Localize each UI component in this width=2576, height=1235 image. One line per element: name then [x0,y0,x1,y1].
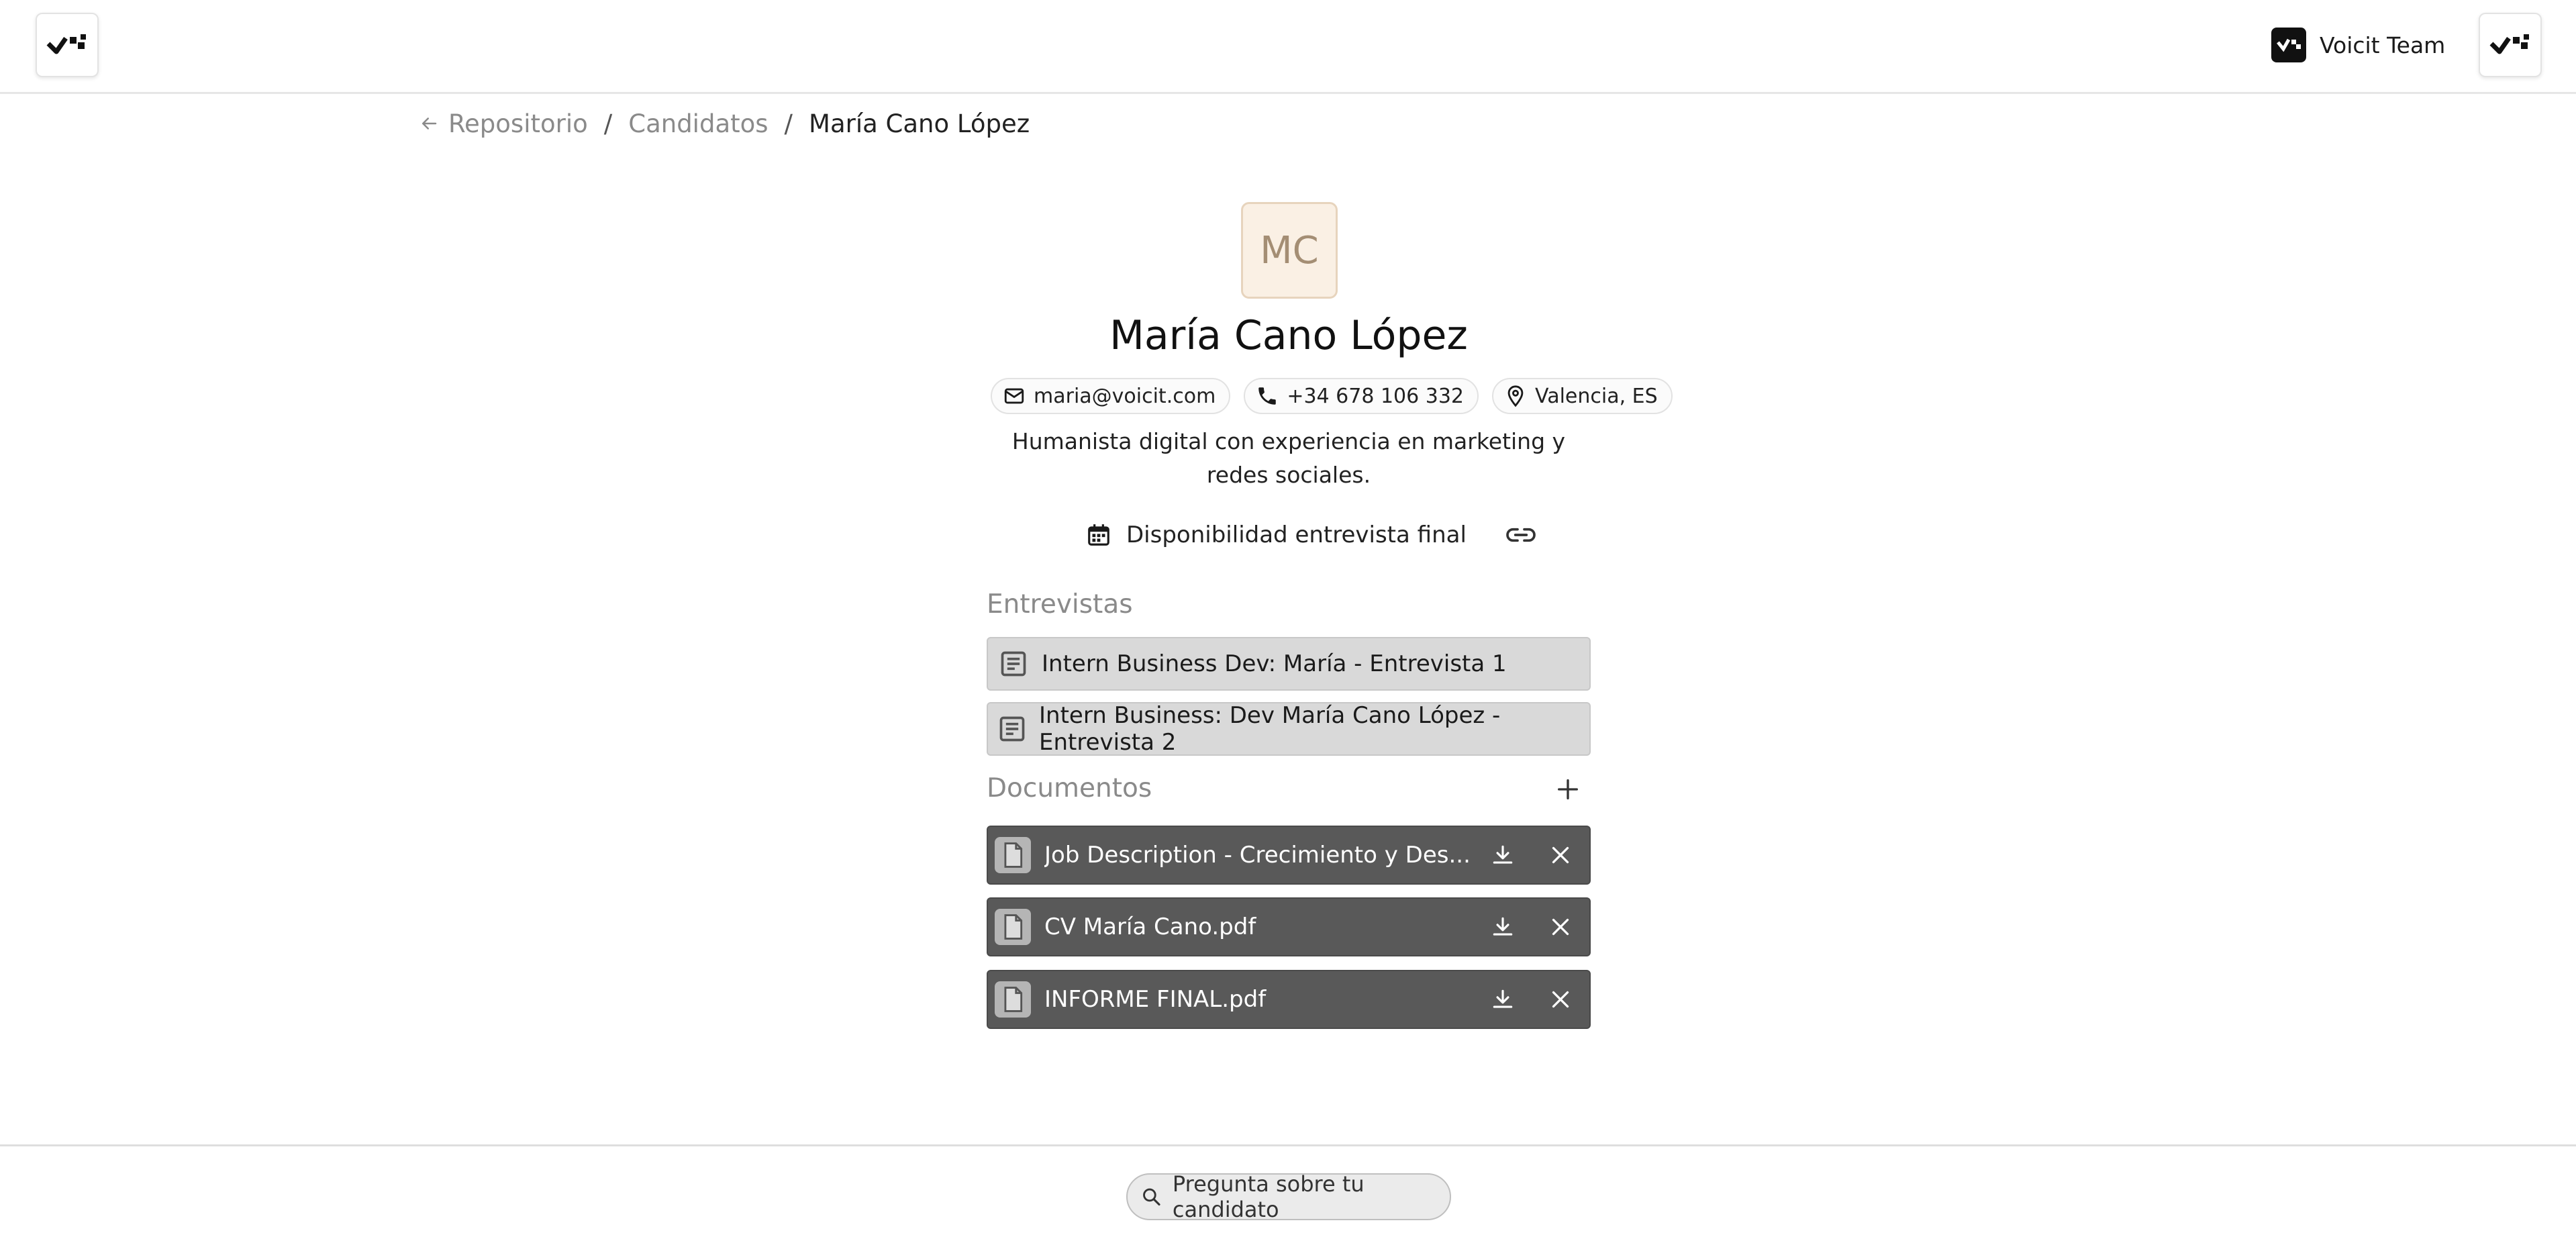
download-icon[interactable] [1489,913,1517,941]
download-icon[interactable] [1489,841,1517,869]
document-name: INFORME FINAL.pdf [1044,986,1267,1013]
location-chip[interactable]: Valencia, ES [1492,378,1673,414]
contact-chips: maria@voicit.com +34 678 106 332 Valenci… [991,378,1673,414]
document-row[interactable]: INFORME FINAL.pdf [987,970,1591,1029]
email-chip[interactable]: maria@voicit.com [991,378,1231,414]
close-icon[interactable] [1546,913,1575,941]
interviews-title: Entrevistas [987,589,1133,620]
page: Voicit Team Repositorio / Candidatos / M… [0,0,2576,1235]
phone-text: +34 678 106 332 [1287,384,1465,408]
interview-title: Intern Business Dev: María - Entrevista … [1042,650,1507,677]
document-text-icon [997,713,1027,745]
link-icon[interactable] [1504,524,1538,546]
document-name: Job Description - Crecimiento y Des... [1044,842,1471,869]
back-arrow-icon[interactable] [419,113,439,134]
availability-label[interactable]: Disponibilidad entrevista final [1126,522,1467,548]
plus-icon [1558,779,1578,799]
calendar-icon [1086,522,1111,548]
interview-title: Intern Business: Dev María Cano López - … [1039,702,1501,756]
close-icon[interactable] [1546,841,1575,869]
team-logo-icon [2271,28,2306,62]
voicit-logo-icon [2489,34,2529,54]
breadcrumb-separator: / [603,109,613,138]
interview-item[interactable]: Intern Business: Dev María Cano López - … [987,702,1591,756]
phone-chip[interactable]: +34 678 106 332 [1244,378,1479,414]
account-logo-button[interactable] [2479,13,2542,77]
add-document-button[interactable] [1554,776,1581,803]
file-icon [995,909,1031,945]
team-switcher[interactable]: Voicit Team [2271,28,2445,62]
download-icon[interactable] [1489,985,1517,1014]
file-icon [995,837,1031,873]
location-text: Valencia, ES [1535,384,1658,408]
ask-placeholder: Pregunta sobre tu candidato [1172,1171,1365,1222]
breadcrumb-current: María Cano López [809,109,1030,138]
phone-icon [1258,387,1277,405]
breadcrumb-repositorio[interactable]: Repositorio [448,109,588,138]
team-name: Voicit Team [2320,32,2446,58]
ask-candidate-input[interactable]: Pregunta sobre tu candidato [1126,1171,1451,1222]
candidate-bio: Humanista digital con experiencia en mar… [1011,428,1566,488]
home-logo-button[interactable] [36,13,99,77]
breadcrumb-separator: / [784,109,793,138]
document-row[interactable]: CV María Cano.pdf [987,897,1591,956]
breadcrumb: Repositorio / Candidatos / María Cano Ló… [419,107,1030,140]
document-row[interactable]: Job Description - Crecimiento y Des... [987,826,1591,885]
interview-item[interactable]: Intern Business Dev: María - Entrevista … [987,637,1591,691]
file-icon [995,981,1031,1018]
search-icon [1143,1188,1160,1206]
document-text-icon [997,648,1030,680]
documents-title: Documentos [987,773,1152,803]
candidate-name: María Cano López [1109,312,1468,359]
top-bar: Voicit Team [0,0,2576,94]
bottom-bar: Pregunta sobre tu candidato [0,1144,2576,1235]
email-text: maria@voicit.com [1034,384,1216,408]
document-name: CV María Cano.pdf [1044,913,1256,940]
location-pin-icon [1507,385,1524,407]
breadcrumb-candidatos[interactable]: Candidatos [628,109,768,138]
avatar: MC [1241,202,1338,299]
close-icon[interactable] [1546,985,1575,1014]
mail-icon [1004,388,1024,404]
voicit-logo-icon [46,34,86,54]
availability-row: Disponibilidad entrevista final [1086,517,1538,553]
